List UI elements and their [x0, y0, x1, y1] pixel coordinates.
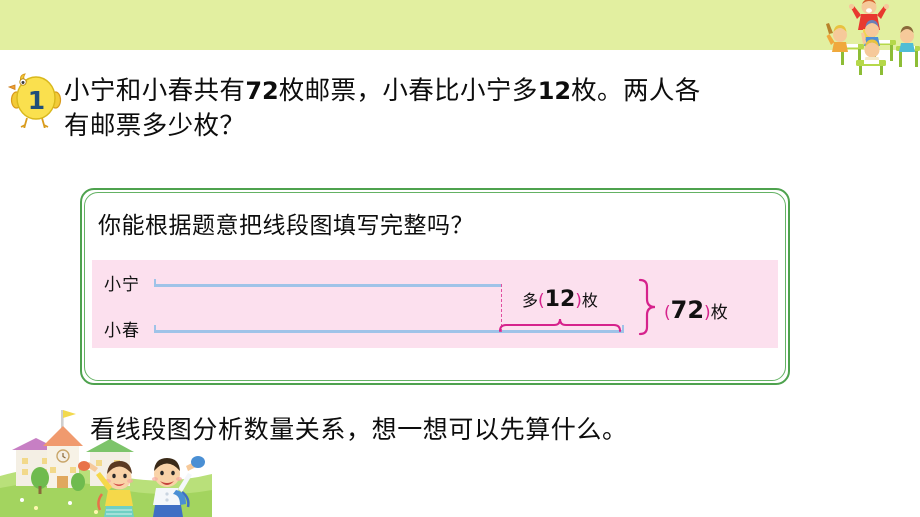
- segment-label-bottom: 小春: [104, 321, 140, 340]
- difference-prefix: 多: [522, 293, 539, 310]
- difference-close-paren: ): [575, 291, 582, 311]
- school-illustration: [0, 404, 212, 517]
- problem-total-number: 72: [245, 77, 279, 105]
- question-number-badge: 1: [7, 70, 64, 130]
- problem-statement: 小宁和小春共有72枚邮票，小春比小宁多12枚。两人各 有邮票多少枚？: [64, 74, 854, 144]
- total-unit: 枚: [710, 303, 728, 322]
- activity-frame: 你能根据题意把线段图填写完整吗？ 小宁 小春 多(12)枚 (72)枚: [80, 188, 790, 385]
- segment-bar-top: [154, 284, 502, 287]
- difference-value: 12: [544, 287, 576, 312]
- classroom-illustration: [812, 0, 920, 75]
- total-close-paren: ): [704, 303, 711, 323]
- total-brace: [637, 278, 659, 336]
- segment-tick-top-start: [154, 279, 156, 287]
- problem-line-1-part-a: 小宁和小春共有: [64, 76, 246, 105]
- activity-question: 你能根据题意把线段图填写完整吗？: [98, 213, 474, 238]
- difference-unit: 枚: [581, 293, 598, 310]
- difference-brace: [498, 312, 628, 332]
- total-value: 72: [670, 296, 705, 324]
- line-segment-diagram: 小宁 小春 多(12)枚 (72)枚: [92, 260, 778, 348]
- segment-label-top: 小宁: [104, 275, 140, 294]
- problem-line-1-part-c: 枚。两人各: [571, 76, 701, 105]
- problem-line-1-part-b: 枚邮票，小春比小宁多: [278, 76, 538, 105]
- total-annotation: (72)枚: [664, 296, 728, 324]
- difference-open-paren: (: [538, 291, 545, 311]
- total-open-paren: (: [664, 303, 671, 323]
- segment-tick-bottom-start: [154, 325, 156, 333]
- problem-line-2: 有邮票多少枚？: [64, 110, 246, 140]
- top-green-band: [0, 0, 920, 50]
- problem-difference-number: 12: [537, 77, 572, 105]
- difference-annotation: 多(12)枚: [522, 287, 598, 312]
